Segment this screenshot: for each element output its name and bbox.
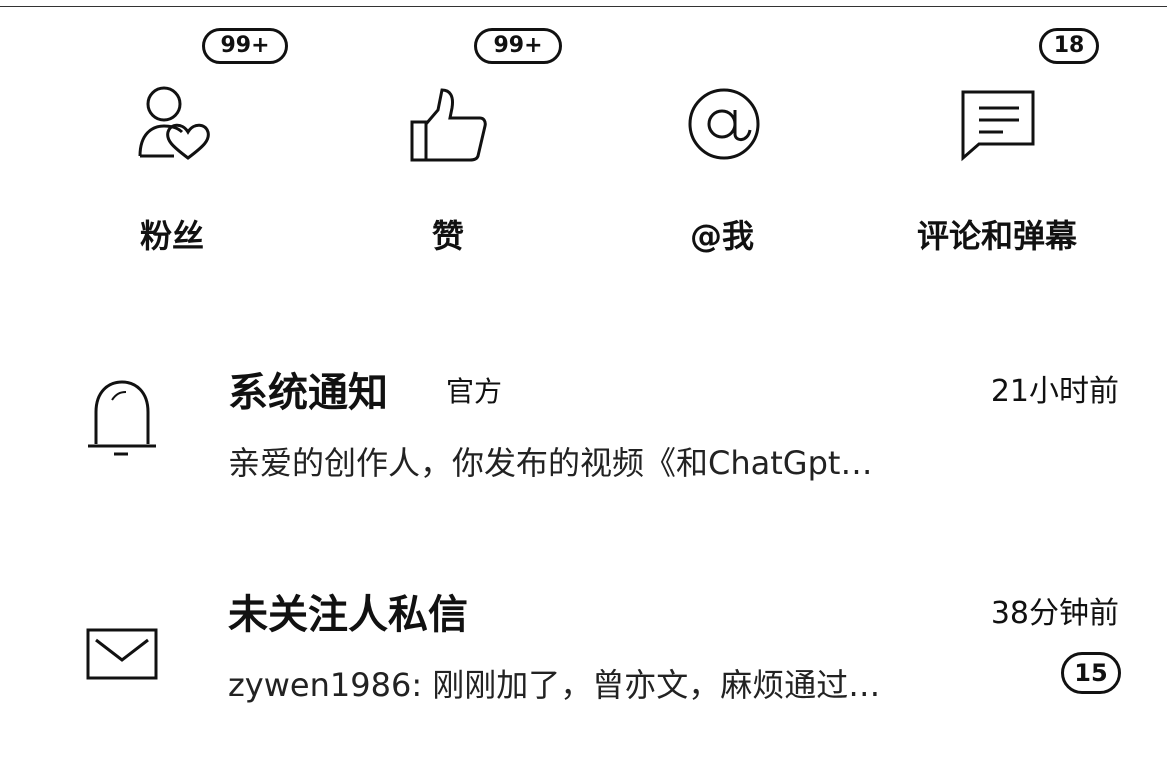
fans-heart-icon: [138, 86, 210, 160]
category-mentions[interactable]: @我: [632, 28, 812, 258]
thumbs-up-icon: [410, 88, 487, 162]
category-fans[interactable]: 99+ 粉丝: [82, 28, 288, 258]
envelope-icon: [86, 628, 158, 680]
at-sign-icon: [688, 88, 760, 160]
stranger-messages-title: 未关注人私信: [228, 592, 468, 638]
system-notice-time: 21小时前: [990, 374, 1119, 409]
unread-count-badge: 15: [1061, 652, 1121, 694]
comment-bubble-icon: [961, 90, 1035, 162]
category-comments[interactable]: 18 评论和弹幕: [907, 28, 1099, 258]
top-divider: [0, 6, 1167, 7]
fans-label: 粉丝: [139, 217, 204, 255]
system-notice-title: 系统通知: [228, 370, 388, 416]
system-notice-preview: 亲爱的创作人，你发布的视频《和ChatGpt…: [228, 444, 873, 482]
mentions-label: @我: [689, 217, 754, 255]
bell-icon: [88, 380, 156, 456]
official-tag: 官方: [446, 375, 503, 408]
category-likes[interactable]: 99+ 赞: [358, 28, 562, 258]
likes-count-badge: 99+: [474, 28, 562, 64]
stranger-messages-time: 38分钟前: [990, 596, 1119, 631]
stranger-messages-row[interactable]: 未关注人私信 38分钟前 zywen1986: 刚刚加了，曾亦文，麻烦通过… 1…: [0, 578, 1167, 718]
system-notice-row[interactable]: 系统通知 官方 21小时前 亲爱的创作人，你发布的视频《和ChatGpt…: [0, 356, 1167, 496]
comments-label: 评论和弹幕: [916, 217, 1077, 255]
fans-count-badge: 99+: [202, 28, 288, 64]
stranger-messages-preview: zywen1986: 刚刚加了，曾亦文，麻烦通过…: [228, 666, 881, 704]
comments-count-badge: 18: [1039, 28, 1099, 64]
likes-label: 赞: [431, 217, 464, 255]
